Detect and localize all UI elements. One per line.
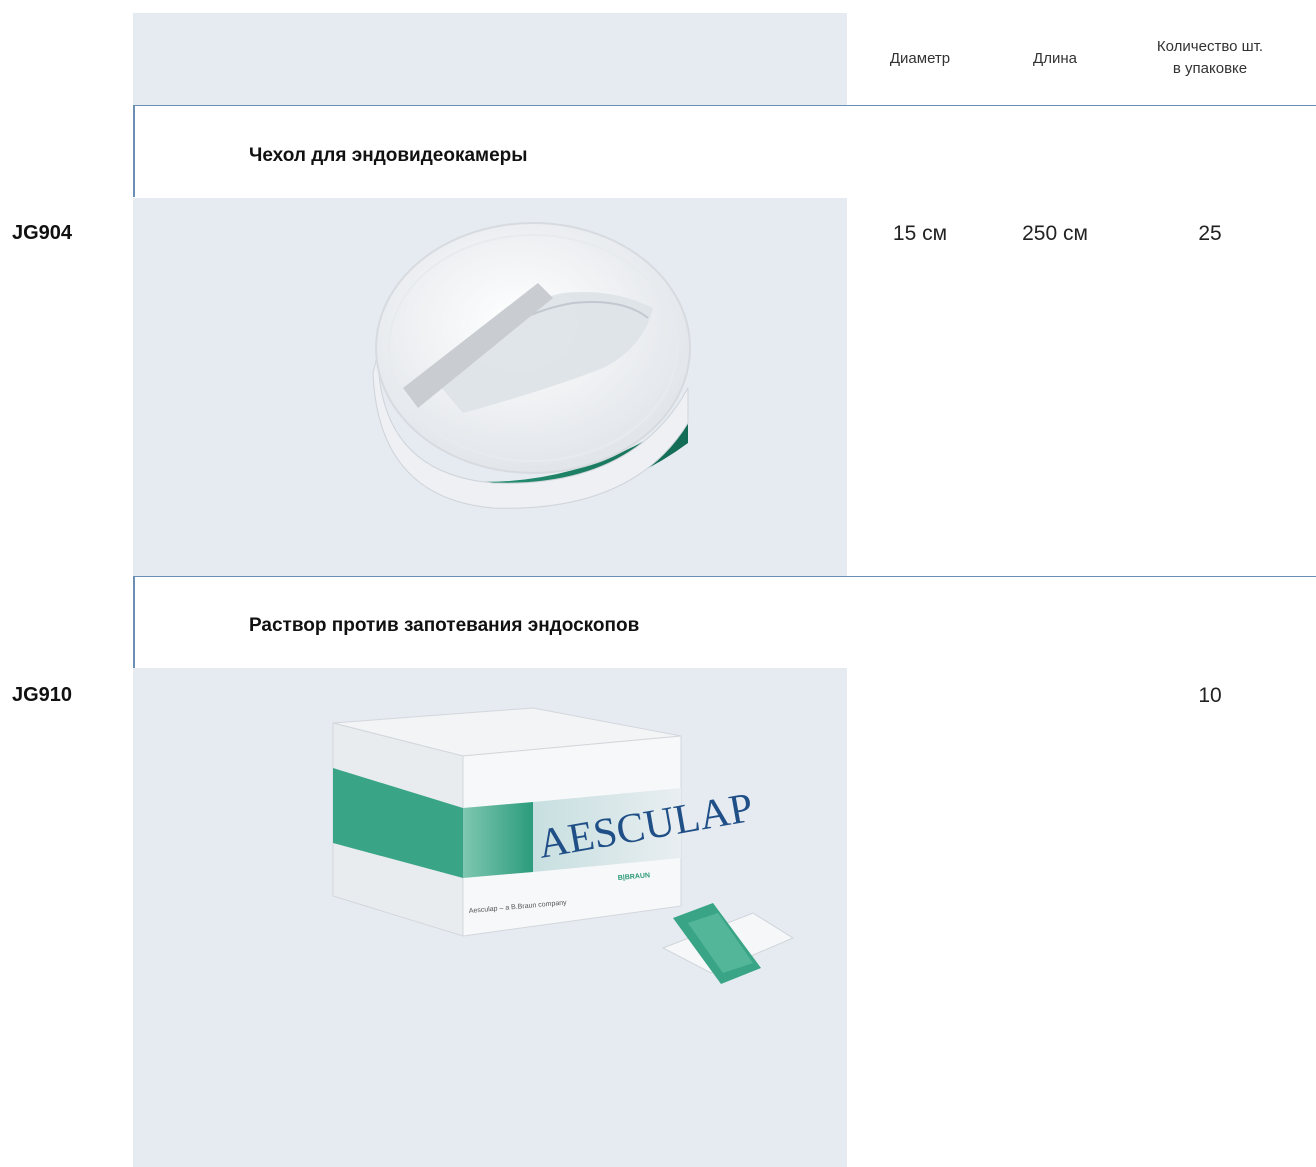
column-header-length: Длина xyxy=(1033,50,1077,67)
product-title-jg904: Чехол для эндовидеокамеры xyxy=(249,145,528,166)
column-header-quantity-line1: Количество шт. xyxy=(1156,38,1264,55)
section-rule-vertical xyxy=(133,105,135,197)
product-image-panel-jg910: AESCULAP Aesculap – a B.Braun company B|… xyxy=(133,668,847,1167)
camera-cover-roll-image xyxy=(372,222,691,509)
header-panel xyxy=(133,13,847,105)
product-code-jg904: JG904 xyxy=(12,222,73,244)
column-header-quantity-line2: в упаковке xyxy=(1172,60,1248,77)
product-code-jg910: JG910 xyxy=(12,684,73,706)
product-qty-jg910: 10 xyxy=(1198,684,1222,707)
column-header-diameter: Диаметр xyxy=(889,50,951,67)
product-qty-jg904: 25 xyxy=(1198,222,1222,245)
product-diameter-jg904: 15 см xyxy=(892,222,948,245)
anti-fog-box-image: AESCULAP Aesculap – a B.Braun company B|… xyxy=(332,707,795,984)
product-length-jg904: 250 см xyxy=(1022,222,1088,245)
product-title-jg910: Раствор против запотевания эндоскопов xyxy=(249,615,640,636)
product-image-panel-jg904 xyxy=(133,198,847,576)
column-header-quantity: Количество шт. в упаковке xyxy=(1120,36,1300,80)
section-rule-vertical-2 xyxy=(133,576,135,668)
section-rule-horizontal-2 xyxy=(133,576,1316,577)
section-rule-horizontal xyxy=(133,105,1316,106)
